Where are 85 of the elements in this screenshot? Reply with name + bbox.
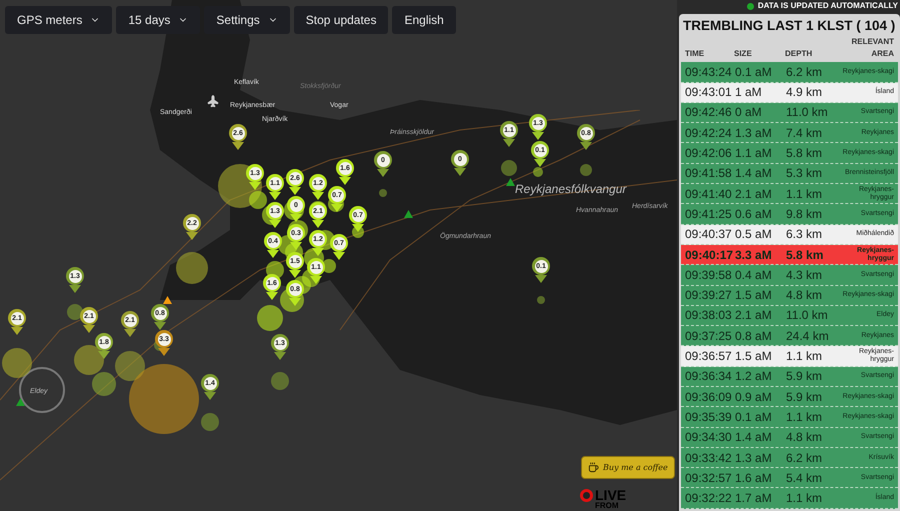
depth-cell-text: 1.1 km <box>786 348 824 366</box>
time-cell-text: 09:39:27 <box>685 287 733 304</box>
depth-cell-text: 5.4 km <box>786 470 824 487</box>
triangle-icon <box>16 398 25 406</box>
size-cell-text: 0.4 aM <box>735 266 773 284</box>
dropdown-button[interactable]: GPS meters <box>5 6 112 34</box>
depth-cell-text: 4.9 km <box>786 84 824 102</box>
toolbar-button[interactable]: Stop updates <box>294 6 388 34</box>
coffee-cup-icon <box>588 462 599 473</box>
size-cell-text: 1.6 aM <box>735 470 773 487</box>
depth-cell-text: 1.1 km <box>786 186 824 203</box>
size-cell-text: 1.4 aM <box>735 165 773 182</box>
size-cell-text: 1.3 aM <box>735 124 773 142</box>
time-cell-text: 09:32:22 <box>685 490 733 508</box>
depth-cell-text: 1.1 km <box>786 408 824 426</box>
status-text: DATA IS UPDATED AUTOMATICALLY <box>758 0 898 12</box>
depth-cell-text: 7.4 km <box>786 124 824 142</box>
dropdown-button[interactable]: Settings <box>204 6 290 34</box>
size-cell-text: 0.6 aM <box>735 206 773 223</box>
time-cell-text: 09:40:17 <box>685 246 734 264</box>
triangle-icon <box>163 296 172 304</box>
depth-cell-text: 5.9 km <box>786 368 824 386</box>
time-cell-text: 09:42:46 <box>685 104 733 122</box>
place-label: Reykjanesfólkvangur <box>515 181 626 198</box>
time-cell-text: 09:42:24 <box>685 124 733 142</box>
time-cell-text: 09:37:25 <box>685 328 733 345</box>
column-header: TIME <box>685 48 706 60</box>
depth-cell-text: 5.9 km <box>786 388 824 406</box>
size-cell-text: 0 aM <box>735 104 763 122</box>
depth-cell-text: 24.4 km <box>786 328 830 345</box>
depth-cell-text: 1.1 km <box>786 490 824 508</box>
time-cell-text: 09:41:25 <box>685 206 733 223</box>
depth-cell-text: 6.2 km <box>786 450 824 467</box>
size-cell-text: 1.2 aM <box>735 368 773 386</box>
column-header: SIZE <box>734 48 753 60</box>
toolbar-button[interactable]: English <box>392 6 456 34</box>
size-cell-text: 3.3 aM <box>735 246 773 264</box>
triangle-icon <box>506 178 515 186</box>
time-cell-text: 09:33:42 <box>685 450 733 467</box>
time-cell-text: 09:41:58 <box>685 165 733 182</box>
depth-cell-text: 9.8 km <box>786 206 824 223</box>
size-cell-text: 1 aM <box>735 84 763 102</box>
depth-cell-text: 4.8 km <box>786 429 824 446</box>
coffee-button[interactable]: Buy me a coffee <box>581 456 675 479</box>
size-cell-text: 1.4 aM <box>735 429 773 446</box>
size-cell-text: 0.5 aM <box>735 226 773 244</box>
depth-cell-text: 11.0 km <box>786 104 829 122</box>
size-cell-text: 0.8 aM <box>735 328 773 345</box>
size-cell-text: 0.1 aM <box>735 408 773 426</box>
time-cell-text: 09:40:37 <box>685 226 733 244</box>
depth-cell-text: 11.0 km <box>786 307 829 324</box>
depth-cell-text: 4.8 km <box>786 287 824 304</box>
dropdown-button[interactable]: 15 days <box>116 6 200 34</box>
time-cell-text: 09:41:40 <box>685 186 733 203</box>
time-cell-text: 09:36:57 <box>685 348 733 366</box>
column-header: DEPTH <box>785 48 814 60</box>
size-cell-text: 1.1 aM <box>735 145 773 162</box>
size-cell-text: 2.1 aM <box>735 307 773 324</box>
size-cell-text: 0.1 aM <box>735 64 773 81</box>
depth-cell-text: 5.8 km <box>786 246 824 264</box>
time-cell-text: 09:35:39 <box>685 408 733 426</box>
depth-cell-text: 6.2 km <box>786 64 824 81</box>
time-cell-text: 09:36:09 <box>685 388 733 406</box>
size-cell-text: 1.7 aM <box>735 490 773 508</box>
logo-ring-icon <box>580 489 593 502</box>
size-cell-text: 1.3 aM <box>735 450 773 467</box>
size-cell-text: 1.5 aM <box>735 287 773 304</box>
triangle-icon <box>404 210 413 218</box>
time-cell-text: 09:39:58 <box>685 266 733 284</box>
time-cell-text: 09:42:06 <box>685 145 733 162</box>
time-cell-text: 09:34:30 <box>685 429 733 446</box>
depth-cell-text: 5.3 km <box>786 165 824 182</box>
time-cell-text: 09:43:24 <box>685 64 733 81</box>
size-cell-text: 2.1 aM <box>735 186 773 203</box>
depth-cell-text: 6.3 km <box>786 226 824 244</box>
time-cell-text: 09:36:34 <box>685 368 733 386</box>
panel-title: TREMBLING LAST 1 KLST ( 104 ) <box>682 17 896 35</box>
depth-cell-text: 4.3 km <box>786 266 824 284</box>
time-cell-text: 09:43:01 <box>685 84 733 102</box>
size-cell-text: 1.5 aM <box>735 348 773 366</box>
size-cell-text: 0.9 aM <box>735 388 773 406</box>
column-header: RELEVANT AREA <box>850 36 894 60</box>
time-cell-text: 09:32:57 <box>685 470 733 487</box>
depth-cell-text: 5.8 km <box>786 145 824 162</box>
time-cell-text: 09:38:03 <box>685 307 733 324</box>
